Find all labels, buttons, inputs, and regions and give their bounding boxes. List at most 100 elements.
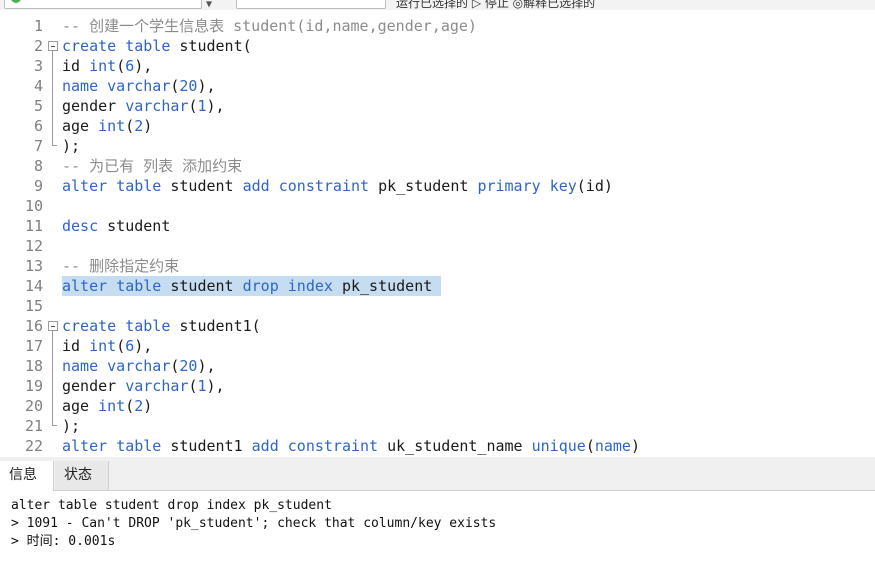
sql-keyword: add	[251, 437, 279, 455]
result-tabs: 信息 状态	[0, 457, 875, 491]
fold-guide	[48, 56, 58, 76]
code-text[interactable]: gender varchar(1),	[62, 376, 225, 396]
line-number: 8	[33, 157, 43, 175]
code-text[interactable]: );	[62, 136, 80, 156]
line-number: 11	[24, 217, 43, 235]
chevron-down-icon[interactable]: ▼	[206, 0, 212, 10]
editor-line[interactable]: 10	[0, 196, 875, 216]
sql-keyword: table	[116, 277, 162, 295]
sql-token: (	[116, 57, 126, 75]
editor-line[interactable]: 9 alter table student add constraint pk_s…	[0, 176, 875, 196]
sql-token: pk_student	[332, 277, 442, 295]
editor-line[interactable]: 19 gender varchar(1),	[0, 376, 875, 396]
editor-line[interactable]: 15	[0, 296, 875, 316]
tab-info[interactable]: 信息	[0, 461, 54, 491]
sql-token: ),	[134, 57, 153, 75]
editor-line[interactable]: 21);	[0, 416, 875, 436]
code-text[interactable]: create table student(	[62, 36, 252, 56]
line-number: 13	[24, 257, 43, 275]
sql-keyword: name	[62, 77, 99, 95]
tab-status[interactable]: 状态	[55, 461, 109, 490]
selected-code-text[interactable]: alter table student drop index pk_studen…	[62, 276, 442, 296]
sql-token: age	[62, 117, 99, 135]
fold-toggle-icon[interactable]	[48, 36, 58, 56]
sql-keyword: int	[98, 397, 126, 415]
code-text[interactable]: gender varchar(1),	[62, 96, 225, 116]
code-text[interactable]: create table student1(	[62, 316, 261, 336]
editor-line[interactable]: 20 age int(2)	[0, 396, 875, 416]
editor-line[interactable]: 8 -- 为已有 列表 添加约束	[0, 156, 875, 176]
code-text[interactable]: age int(2)	[62, 396, 152, 416]
line-number: 2	[33, 37, 43, 55]
editor-line[interactable]: 4 name varchar(20),	[0, 76, 875, 96]
sql-token: student	[161, 177, 243, 195]
sql-token: id	[62, 337, 90, 355]
line-number: 20	[24, 397, 43, 415]
editor-line[interactable]: 6 age int(2)	[0, 116, 875, 136]
editor-line[interactable]: 3 id int(6),	[0, 56, 875, 76]
sql-keyword: varchar	[107, 77, 171, 95]
editor-line[interactable]: 16 create table student1(	[0, 316, 875, 336]
sql-token: id	[62, 57, 90, 75]
code-text[interactable]: alter table student1 add constraint uk_s…	[62, 436, 640, 456]
code-text[interactable]: -- 删除指定约束	[62, 256, 179, 276]
editor-line[interactable]: 2 create table student(	[0, 36, 875, 56]
fold-guide	[48, 116, 58, 136]
sql-token: ),	[134, 337, 153, 355]
sql-token: (id)	[576, 177, 613, 195]
database-select[interactable]	[4, 0, 202, 9]
editor-line[interactable]: 13 -- 删除指定约束	[0, 256, 875, 276]
sql-keyword: int	[89, 337, 117, 355]
code-text[interactable]: id int(6),	[62, 336, 152, 356]
sql-number: 2	[134, 117, 144, 135]
editor-line[interactable]: 12	[0, 236, 875, 256]
fold-toggle-icon[interactable]	[48, 316, 58, 336]
code-text[interactable]: alter table student add constraint pk_st…	[62, 176, 613, 196]
sql-keyword: create	[62, 317, 117, 335]
editor-line[interactable]: 18 name varchar(20),	[0, 356, 875, 376]
code-text[interactable]: -- 为已有 列表 添加约束	[62, 156, 242, 176]
editor-line[interactable]: 1 -- 创建一个学生信息表 student(id,name,gender,age…	[0, 16, 875, 36]
output-query-line: alter table student drop index pk_studen…	[11, 498, 332, 513]
output-time-line: > 时间: 0.001s	[11, 534, 116, 549]
line-number: 10	[24, 197, 43, 215]
editor-line[interactable]: 5 gender varchar(1),	[0, 96, 875, 116]
sql-token: student	[98, 217, 171, 235]
editor-line[interactable]: 22 alter table student1 add constraint uk…	[0, 436, 875, 456]
fold-guide	[48, 396, 58, 416]
fold-guide	[48, 356, 58, 376]
sql-token: (	[116, 337, 126, 355]
sql-number: 2	[134, 397, 144, 415]
sql-keyword: primary	[477, 177, 541, 195]
sql-number: 6	[125, 337, 135, 355]
line-number: 12	[24, 237, 43, 255]
code-text[interactable]: id int(6),	[62, 56, 152, 76]
database-icon	[11, 0, 21, 3]
editor-line[interactable]: 7);	[0, 136, 875, 156]
line-number: 22	[24, 437, 43, 455]
editor-line[interactable]: 11 desc student	[0, 216, 875, 236]
code-text[interactable]: age int(2)	[62, 116, 152, 136]
code-text[interactable]: name varchar(20),	[62, 356, 216, 376]
sql-keyword: table	[116, 177, 162, 195]
sql-keyword: constraint	[278, 177, 370, 195]
code-text[interactable]: );	[62, 416, 80, 436]
sql-token: (	[125, 397, 135, 415]
sql-token: ),	[197, 357, 216, 375]
code-text[interactable]: desc student	[62, 216, 170, 236]
editor-line[interactable]: 17 id int(6),	[0, 336, 875, 356]
schema-select[interactable]	[236, 0, 386, 9]
sql-editor[interactable]: 1 -- 创建一个学生信息表 student(id,name,gender,age…	[0, 16, 875, 457]
code-text[interactable]: name varchar(20),	[62, 76, 216, 96]
sql-number: 20	[179, 77, 198, 95]
output-error-line: > 1091 - Can't DROP 'pk_student'; check …	[11, 516, 497, 531]
run-selected-toolbar[interactable]: 运行已选择的 ▷ 停止 ◎解释已选择的	[396, 0, 595, 10]
sql-token: ),	[206, 97, 225, 115]
code-text[interactable]: -- 创建一个学生信息表 student(id,name,gender,age)	[62, 16, 477, 36]
editor-line[interactable]: 14 alter table student drop index pk_stud…	[0, 276, 875, 296]
